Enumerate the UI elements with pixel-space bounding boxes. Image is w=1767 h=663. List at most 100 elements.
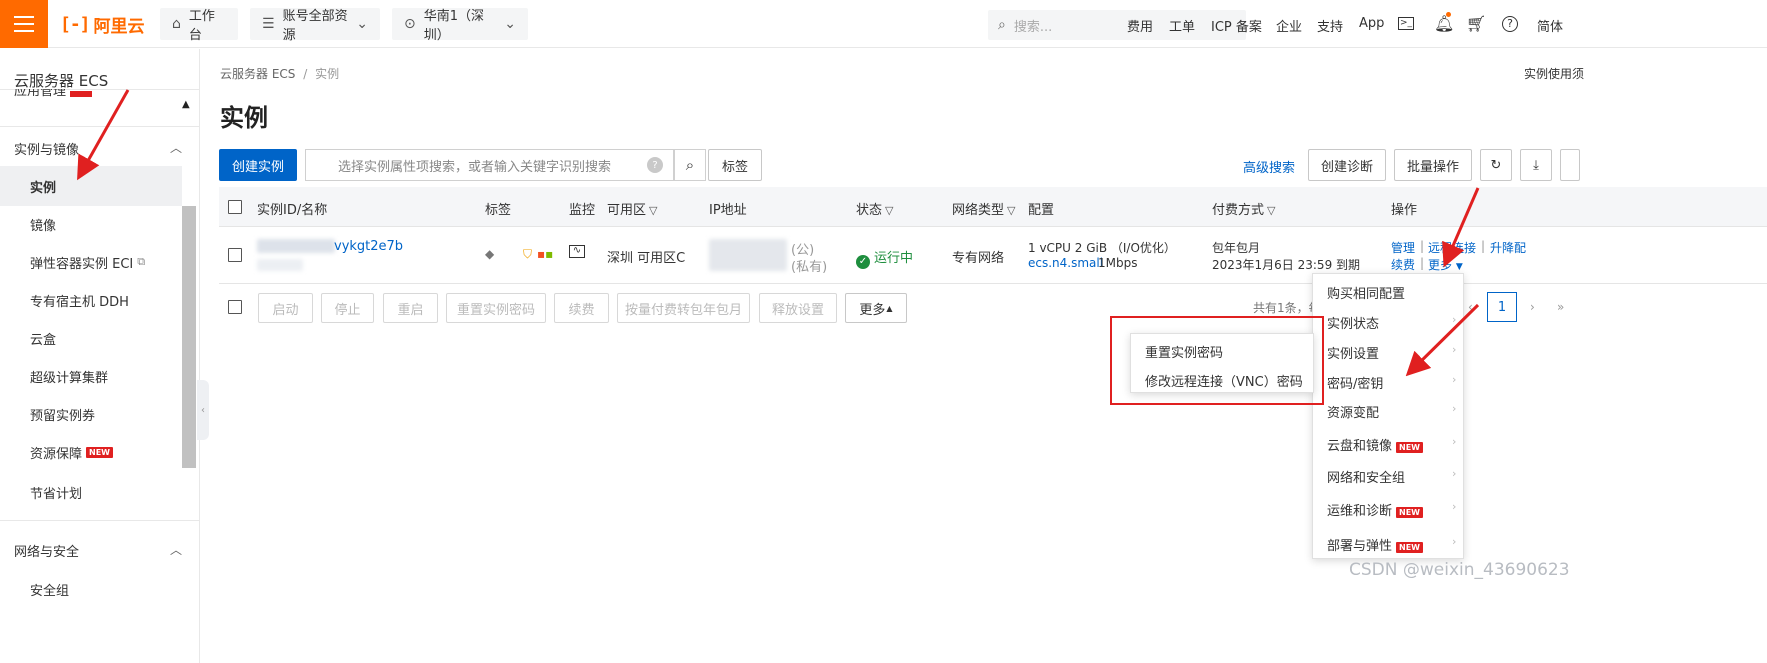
more-actions-link[interactable]: 更多 ▼ <box>1428 256 1463 273</box>
refresh-button[interactable]: ↻ <box>1480 149 1512 181</box>
col-billing[interactable]: 付费方式 ▽ <box>1212 199 1275 218</box>
logo-mark: [-] <box>60 13 90 35</box>
sidebar-item-savings-plan[interactable]: 节省计划 <box>0 472 199 512</box>
search-button[interactable]: ⌕ <box>674 149 706 181</box>
instance-id-link[interactable]: vykgt2e7b <box>334 239 403 254</box>
tag-icon[interactable]: ◆ <box>485 247 494 261</box>
manage-link[interactable]: 管理 <box>1391 239 1415 256</box>
scroll-up-arrow-icon[interactable]: ▲ <box>182 99 190 110</box>
help-icon[interactable]: ? <box>647 157 663 173</box>
menu-item-label: 部署与弹性 <box>1327 539 1393 554</box>
sidebar-item-eci[interactable]: 弹性容器实例 ECI ⧉ <box>0 242 199 282</box>
sidebar-item-label: 实例 <box>30 180 57 196</box>
renew-link[interactable]: 续费 <box>1391 256 1415 273</box>
sidebar-group-network-security[interactable]: 网络与安全 <box>14 541 79 560</box>
sidebar-item-resource-assurance[interactable]: 资源保障 NEW <box>0 432 199 472</box>
chevron-up-icon[interactable]: ︿ <box>170 139 182 156</box>
sidebar-item-label: 专有宿主机 DDH <box>30 294 129 310</box>
help-icon[interactable]: ? <box>1502 16 1518 32</box>
menu-icon[interactable] <box>0 0 48 48</box>
divider: | <box>1420 239 1425 253</box>
sidebar-item-instances[interactable]: 实例 <box>0 166 182 206</box>
advanced-search-link[interactable]: 高级搜索 <box>1243 157 1295 176</box>
convert-billing-button[interactable]: 按量付费转包年包月 <box>617 293 750 323</box>
sidebar-item-label: 弹性容器实例 ECI <box>30 256 134 272</box>
submenu-change-vnc-password[interactable]: 修改远程连接（VNC）密码 <box>1145 371 1303 390</box>
cart-icon[interactable]: 🛒︎ <box>1466 14 1486 33</box>
next-page-icon[interactable]: › <box>1530 300 1535 314</box>
menu-item-instance-settings[interactable]: 实例设置 <box>1327 343 1379 362</box>
menu-item-resource-change[interactable]: 资源变配 <box>1327 402 1379 421</box>
reset-password-button[interactable]: 重置实例密码 <box>446 293 546 323</box>
stop-button[interactable]: 停止 <box>321 293 374 323</box>
sidebar-item-app-management[interactable]: 应用管理 <box>14 89 66 99</box>
sidebar-scrollbar[interactable] <box>182 206 196 468</box>
filter-icon[interactable]: ▽ <box>1007 204 1015 217</box>
region-dropdown[interactable]: ⊙ 华南1（深圳） ⌄ <box>392 8 528 43</box>
select-all-checkbox[interactable] <box>228 200 242 214</box>
batch-operation-button[interactable]: 批量操作 <box>1394 149 1472 181</box>
col-network-type[interactable]: 网络类型 ▽ <box>952 199 1015 218</box>
renew-button[interactable]: 续费 <box>554 293 609 323</box>
instance-usage-link[interactable]: 实例使用须 <box>1524 65 1584 82</box>
row-checkbox[interactable] <box>228 248 242 262</box>
menu-item-disk-image[interactable]: 云盘和镜像 NEW <box>1327 435 1423 454</box>
remote-connect-link[interactable]: 远程连接 <box>1428 239 1476 256</box>
settings-button[interactable] <box>1560 149 1580 181</box>
terminal-icon[interactable]: >_ <box>1398 17 1414 30</box>
nav-enterprise[interactable]: 企业 <box>1276 16 1302 35</box>
sidebar-item-reserved-instances[interactable]: 预留实例券 <box>0 394 199 434</box>
nav-fees[interactable]: 费用 <box>1127 16 1153 35</box>
nav-app[interactable]: App <box>1359 16 1384 31</box>
search-icon: ⌕ <box>685 156 695 174</box>
instance-filter-input[interactable]: 选择实例属性项搜索，或者输入关键字识别搜索 <box>305 149 674 181</box>
nav-tickets[interactable]: 工单 <box>1169 16 1195 35</box>
filter-icon[interactable]: ▽ <box>649 204 657 217</box>
language-switch[interactable]: 简体 <box>1537 16 1563 35</box>
col-zone[interactable]: 可用区 ▽ <box>607 199 657 218</box>
sidebar-item-scc[interactable]: 超级计算集群 <box>0 356 199 396</box>
sidebar-item-ddh[interactable]: 专有宿主机 DDH <box>0 280 199 320</box>
release-settings-button[interactable]: 释放设置 <box>759 293 837 323</box>
filter-icon[interactable]: ▽ <box>1267 204 1275 217</box>
bulk-select-checkbox[interactable] <box>228 300 242 314</box>
bell-icon[interactable]: 🔔︎ <box>1434 14 1454 33</box>
col-status[interactable]: 状态 ▽ <box>856 199 893 218</box>
upgrade-link[interactable]: 升降配 <box>1490 239 1526 256</box>
nav-support[interactable]: 支持 <box>1317 16 1343 35</box>
sidebar-group-instances-images[interactable]: 实例与镜像 <box>14 139 79 158</box>
sidebar-item-security-group[interactable]: 安全组 <box>0 569 199 609</box>
create-instance-button[interactable]: 创建实例 <box>219 149 297 181</box>
menu-item-instance-status[interactable]: 实例状态 <box>1327 313 1379 332</box>
table-header: 实例ID/名称 标签 监控 可用区 ▽ IP地址 状态 ▽ 网络类型 ▽ 配置 付费方… <box>219 187 1767 227</box>
chevron-up-icon[interactable]: ︿ <box>170 541 182 558</box>
restart-button[interactable]: 重启 <box>383 293 438 323</box>
sidebar-item-cloud-box[interactable]: 云盒 <box>0 318 199 358</box>
sidebar-collapse-handle[interactable]: ‹ <box>197 380 209 440</box>
start-button[interactable]: 启动 <box>258 293 313 323</box>
menu-item-ops-diagnosis[interactable]: 运维和诊断 NEW <box>1327 500 1423 519</box>
aliyun-logo[interactable]: [-] 阿里云 <box>60 13 145 37</box>
monitor-chart-icon[interactable]: ∿ <box>569 245 585 258</box>
page-number[interactable]: 1 <box>1487 292 1517 322</box>
global-search-input[interactable]: ⌕ 搜索... <box>988 10 1246 40</box>
menu-item-deploy-elastic[interactable]: 部署与弹性 NEW <box>1327 535 1423 554</box>
breadcrumb-root[interactable]: 云服务器 ECS <box>220 67 295 81</box>
instance-type-link[interactable]: ecs.n4.small <box>1028 256 1103 270</box>
sidebar-item-images[interactable]: 镜像 <box>0 204 199 244</box>
prev-page-icon[interactable]: ‹ <box>1468 300 1473 314</box>
chevron-right-icon: › <box>1452 467 1457 480</box>
menu-item-password-key[interactable]: 密码/密钥 <box>1327 373 1383 392</box>
last-page-icon[interactable]: » <box>1557 300 1564 314</box>
tag-filter-button[interactable]: 标签 <box>708 149 762 181</box>
filter-icon[interactable]: ▽ <box>885 204 893 217</box>
account-resources-dropdown[interactable]: ☰ 账号全部资源 ⌄ <box>250 8 380 43</box>
workbench-button[interactable]: ⌂ 工作台 <box>160 8 238 43</box>
menu-item-network-security[interactable]: 网络和安全组 <box>1327 467 1405 486</box>
submenu-reset-password[interactable]: 重置实例密码 <box>1145 342 1223 361</box>
create-diagnosis-button[interactable]: 创建诊断 <box>1308 149 1386 181</box>
menu-item-buy-same[interactable]: 购买相同配置 <box>1327 283 1405 302</box>
more-bulk-button[interactable]: 更多 ▲ <box>845 293 907 323</box>
download-button[interactable]: ⤓ <box>1520 149 1552 181</box>
nav-icp[interactable]: ICP 备案 <box>1211 16 1262 35</box>
